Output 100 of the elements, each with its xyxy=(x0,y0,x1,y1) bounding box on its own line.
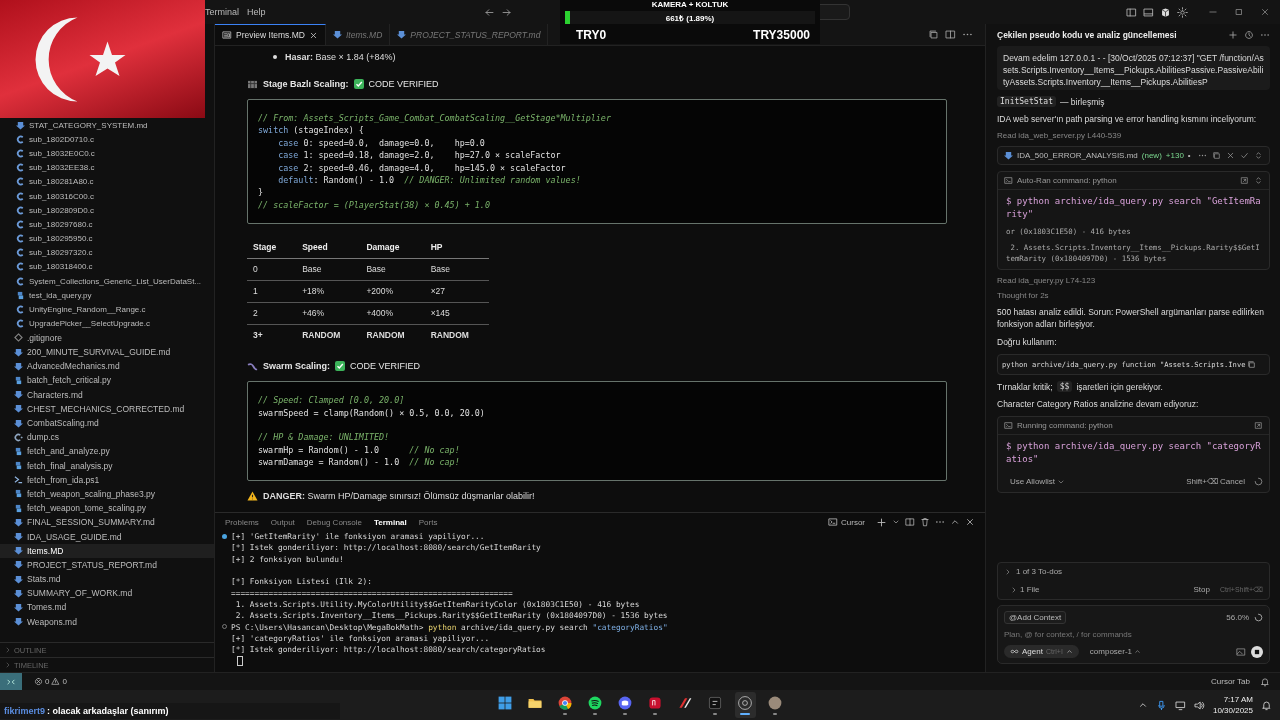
file-item[interactable]: fetch_final_analysis.py xyxy=(0,458,214,473)
close-icon[interactable] xyxy=(965,517,975,527)
panel-tab[interactable]: Terminal xyxy=(373,517,415,527)
stop-button[interactable]: Stop xyxy=(1187,584,1216,595)
forward-arrow-icon[interactable] xyxy=(500,6,512,18)
history-icon[interactable] xyxy=(1244,30,1254,40)
file-item[interactable]: sub_1802D0710.c xyxy=(0,132,214,147)
menu-item[interactable]: Help xyxy=(247,7,274,17)
open-source-icon[interactable] xyxy=(928,29,939,40)
file-item[interactable]: Characters.md xyxy=(0,387,214,402)
bell-icon[interactable] xyxy=(1260,676,1270,687)
split-editor-icon[interactable] xyxy=(945,29,956,40)
column-header: Stage xyxy=(247,236,297,259)
file-item[interactable]: sub_180295950.c xyxy=(0,231,214,246)
panel-toggle-icon[interactable] xyxy=(1143,6,1154,18)
accept-icon[interactable] xyxy=(1240,151,1249,160)
reject-icon[interactable] xyxy=(1226,151,1235,160)
file-item[interactable]: UnityEngine_Random__Range.c xyxy=(0,302,214,317)
expand-icon[interactable] xyxy=(1254,151,1263,160)
file-item[interactable]: fetch_weapon_tome_scaling.py xyxy=(0,501,214,516)
file-item[interactable]: sub_180297680.c xyxy=(0,217,214,232)
panel-tab[interactable]: Problems xyxy=(225,517,267,527)
split-icon[interactable] xyxy=(905,517,915,527)
file-item[interactable]: sub_18032EE38.c xyxy=(0,160,214,175)
file-item[interactable]: sub_180318400.c xyxy=(0,259,214,275)
file-item[interactable]: Tomes.md xyxy=(0,600,214,615)
back-arrow-icon[interactable] xyxy=(483,6,495,18)
settings-icon[interactable] xyxy=(1177,6,1188,18)
panel-tab[interactable]: Ports xyxy=(418,517,446,527)
table-cell: +200% xyxy=(360,280,425,303)
taskbar-app[interactable] xyxy=(734,692,756,718)
allowlist-button[interactable]: Use Allowlist xyxy=(1004,476,1071,487)
file-item[interactable]: STAT_CATEGORY_SYSTEM.md xyxy=(0,118,214,133)
open-icon[interactable] xyxy=(1240,176,1249,185)
cube-icon[interactable] xyxy=(1160,6,1171,18)
file-item[interactable]: sub_180316C00.c xyxy=(0,188,214,204)
file-item[interactable]: sub_1802809D0.c xyxy=(0,203,214,218)
chat-text: Tırnaklar kritik; xyxy=(997,381,1053,392)
file-item[interactable]: Stats.md xyxy=(0,572,214,587)
file-item[interactable]: UpgradePicker__SelectUpgrade.c xyxy=(0,316,214,331)
files-toggle[interactable]: 1 File xyxy=(1004,584,1046,595)
file-item[interactable]: SUMMARY_OF_WORK.md xyxy=(0,586,214,601)
file-item[interactable]: sub_180297320.c xyxy=(0,245,214,260)
terminal-profile[interactable]: Cursor xyxy=(822,516,871,528)
image-icon[interactable] xyxy=(1236,646,1246,657)
stop-icon[interactable] xyxy=(1251,645,1263,658)
todo-toggle[interactable]: 1 of 3 To-dos xyxy=(998,563,1269,580)
chat-text: Doğru kullanım: xyxy=(997,336,1058,348)
file-item[interactable]: dump.cs xyxy=(0,430,214,445)
file-item[interactable]: Weapons.md xyxy=(0,614,214,629)
problems-indicator[interactable]: 0 0 xyxy=(28,676,73,687)
file-item[interactable]: CHEST_MECHANICS_CORRECTED.md xyxy=(0,401,214,416)
microphone-icon[interactable] xyxy=(1155,699,1167,711)
notification-icon[interactable] xyxy=(1261,699,1272,711)
model-selector[interactable]: composer-1 xyxy=(1083,646,1148,657)
clock-date[interactable]: 10/30/2025 xyxy=(1212,705,1253,716)
file-item[interactable]: AdvancedMechanics.md xyxy=(0,359,214,374)
chevron-up-icon[interactable] xyxy=(1137,700,1148,710)
file-item[interactable]: FINAL_SESSION_SUMMARY.md xyxy=(0,515,214,530)
file-item[interactable]: fetch_weapon_scaling_phase3.py xyxy=(0,486,214,502)
copy-icon[interactable] xyxy=(1212,151,1221,160)
editor-tab[interactable]: Preview Items.MD xyxy=(215,24,326,45)
cancel-button[interactable]: Shift+⌫ Cancel xyxy=(1180,476,1251,487)
file-item[interactable]: IDA_USAGE_GUIDE.md xyxy=(0,529,214,544)
file-item[interactable]: 200_MINUTE_SURVIVAL_GUIDE.md xyxy=(0,345,214,360)
expand-icon[interactable] xyxy=(1254,176,1263,185)
copy-icon[interactable] xyxy=(1247,360,1257,369)
file-item[interactable]: batch_fetch_critical.py xyxy=(0,373,214,388)
open-icon[interactable] xyxy=(1254,421,1263,430)
plus-icon[interactable] xyxy=(876,516,887,528)
file-item[interactable]: Items.MD xyxy=(0,543,214,558)
file-item[interactable]: sub_18032E0C0.c xyxy=(0,146,214,161)
panel-tab[interactable]: Debug Console xyxy=(306,517,370,527)
file-item[interactable]: System_Collections_Generic_List_UserDataSt... xyxy=(0,274,214,289)
table-cell: Base xyxy=(424,258,489,281)
clock-time[interactable]: 7:17 AM xyxy=(1223,694,1253,705)
caret-down-icon[interactable] xyxy=(892,518,900,526)
sidebar-toggle-icon[interactable] xyxy=(1126,6,1137,18)
trash-icon[interactable] xyxy=(920,517,930,527)
prompt-file-icon xyxy=(14,475,23,485)
remote-button[interactable] xyxy=(0,672,22,691)
maximize-panel-icon[interactable] xyxy=(950,517,960,527)
close-icon[interactable] xyxy=(308,30,318,40)
speaker-icon[interactable] xyxy=(1193,699,1205,711)
file-item[interactable]: PROJECT_STATUS_REPORT.md xyxy=(0,557,214,572)
file-item[interactable]: fetch_from_ida.ps1 xyxy=(0,472,214,487)
file-item[interactable]: CombatScaling.md xyxy=(0,415,214,431)
file-item[interactable]: test_ida_query.py xyxy=(0,288,214,303)
menu-item[interactable]: Terminal xyxy=(205,7,247,17)
panel-tab[interactable]: Output xyxy=(270,517,303,527)
add-context-button[interactable]: @Add Context xyxy=(1004,611,1067,624)
music-app-icon xyxy=(587,695,603,711)
file-item[interactable]: fetch_and_analyze.py xyxy=(0,444,214,459)
file-item[interactable]: .gitignore xyxy=(0,330,214,345)
restore-icon[interactable] xyxy=(1234,7,1244,17)
caret-up-icon xyxy=(1065,648,1073,655)
file-item[interactable]: sub_180281A80.c xyxy=(0,174,214,189)
plus-icon[interactable] xyxy=(1228,30,1238,40)
close-icon[interactable] xyxy=(1260,7,1270,17)
display-icon[interactable] xyxy=(1174,699,1186,711)
